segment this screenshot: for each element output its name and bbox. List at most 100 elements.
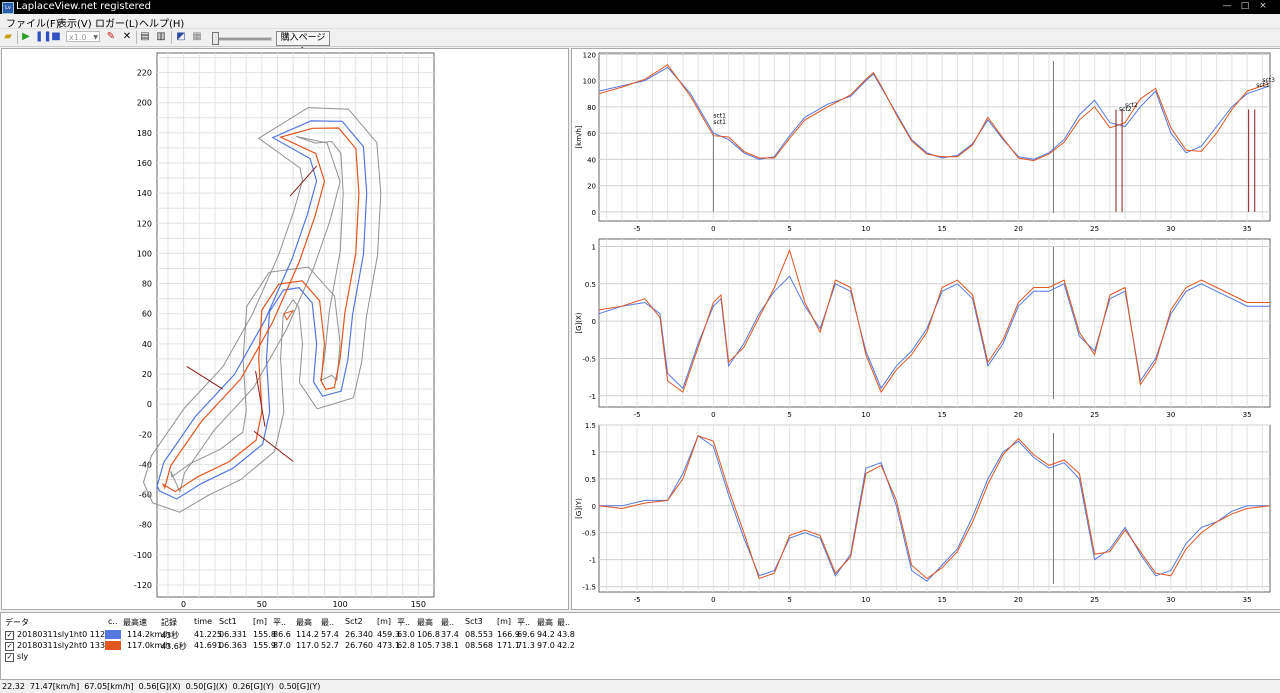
row-name: sly bbox=[17, 652, 29, 661]
stop-icon[interactable]: ■ bbox=[50, 31, 62, 43]
chart-plot-area bbox=[598, 52, 1271, 222]
table-cell: 06.331 bbox=[219, 630, 247, 639]
table-cell: 97.0 bbox=[537, 641, 555, 650]
zoom-value: x1.0 bbox=[69, 33, 87, 42]
track-map-panel[interactable]: 0 50 100 150 220 200 180 160 140 120 100 80 60 40 20 0-… bbox=[1, 48, 569, 610]
print-icon[interactable]: ▦ bbox=[191, 31, 203, 43]
table-cell: 57.4 bbox=[321, 630, 339, 639]
chart-x-tick-label: 20 bbox=[1014, 225, 1023, 233]
map-x-tick-label: 0 bbox=[181, 600, 186, 609]
zoom-select[interactable]: x1.0 ▼ bbox=[66, 31, 100, 42]
chart-y-tick-label: 40 bbox=[587, 156, 596, 164]
map-y-tick-label: 200 bbox=[137, 99, 152, 108]
chart-y-tick-label: 0 bbox=[592, 209, 596, 217]
buy-page-button[interactable]: 購入ページへ bbox=[276, 31, 330, 56]
chart-x-tick-label: 35 bbox=[1243, 596, 1252, 604]
table-header-cell: [m] bbox=[497, 617, 512, 626]
chart-x-tick-label: 15 bbox=[938, 411, 947, 419]
table-header-cell: [m] bbox=[253, 617, 268, 626]
toolbar-separator bbox=[17, 31, 18, 44]
table-cell: 63.0 bbox=[397, 630, 415, 639]
chart-y-tick-label: 1 bbox=[592, 243, 596, 251]
status-gy-1: 0.26[G](Y) bbox=[232, 682, 274, 691]
table-cell: 43.6秒 bbox=[161, 642, 187, 651]
playback-slider-track[interactable] bbox=[212, 37, 272, 41]
pause-icon[interactable]: ❚❚ bbox=[35, 31, 52, 43]
status-distance: 22.32 bbox=[2, 682, 25, 691]
chart-y-tick-label: 120 bbox=[583, 51, 596, 59]
chart-y-axis-label: [G](Y) bbox=[575, 498, 583, 519]
close-button[interactable]: × bbox=[1258, 1, 1268, 11]
status-bar: 22.32 71.47[km/h] 67.05[km/h] 0.56[G](X) 0.5… bbox=[0, 680, 1280, 693]
chart-gy: 1.5 1 0.5 0 -0.5 -1 -1.5 -5 0 5 10 15 20 25 30 35 [G](Y) bbox=[575, 422, 1271, 604]
map-y-tick-label: 40 bbox=[142, 340, 152, 349]
chart-y-tick-label: -0.5 bbox=[582, 355, 596, 363]
row-visible-checkbox[interactable]: ✓ bbox=[5, 653, 14, 662]
table-header-cell: time bbox=[194, 617, 213, 626]
graph-color-icon[interactable]: ✎ bbox=[105, 31, 117, 43]
chart-x-tick-label: 20 bbox=[1014, 411, 1023, 419]
map-y-tick-label: 180 bbox=[137, 129, 152, 138]
track-map[interactable]: 0 50 100 150220200180160140120100806040200-… bbox=[2, 49, 568, 609]
chart-x-tick-label: 10 bbox=[861, 411, 870, 419]
chart-y-axis-label: [km/h] bbox=[575, 125, 583, 148]
table-cell: 114.2 bbox=[296, 630, 319, 639]
chart-x-tick-label: 15 bbox=[938, 596, 947, 604]
chart-x-tick-label: 25 bbox=[1090, 596, 1099, 604]
sector-annotation: sct3 bbox=[1256, 82, 1269, 89]
open-folder-icon[interactable]: ▰ bbox=[2, 31, 14, 43]
chart-speed: 120 100 80 60 40 20 0 -5 0 5 10 15 20 25 30 35 [km/h] sct… bbox=[575, 51, 1275, 233]
close-x-icon[interactable]: ✕ bbox=[121, 31, 133, 43]
chart-x-tick-label: -5 bbox=[634, 225, 641, 233]
table-cell: 62.8 bbox=[397, 641, 415, 650]
menu-help[interactable]: ヘルプ(H) bbox=[139, 15, 184, 30]
chart-x-tick-label: 30 bbox=[1166, 225, 1175, 233]
table-cell: 94.2 bbox=[537, 630, 555, 639]
chart-y-tick-label: 80 bbox=[587, 104, 596, 112]
table-cell: 52.7 bbox=[321, 641, 339, 650]
table-cell: 117.0 bbox=[296, 641, 319, 650]
map-y-tick-label: 120 bbox=[137, 219, 152, 228]
export-all-icon[interactable]: ▥ bbox=[155, 31, 167, 43]
table-cell: 105.7 bbox=[417, 641, 440, 650]
table-cell: 86.6 bbox=[273, 630, 291, 639]
table-cell: 41.691 bbox=[194, 641, 222, 650]
table-header-cell: データ bbox=[5, 618, 29, 627]
chart-y-tick-label: 60 bbox=[587, 130, 596, 138]
table-cell: 26.760 bbox=[345, 641, 373, 650]
table-cell: 38.1 bbox=[441, 641, 459, 650]
table-cell: 71.3 bbox=[517, 641, 535, 650]
row-color-swatch[interactable] bbox=[105, 630, 121, 639]
map-y-tick-label: 140 bbox=[137, 189, 152, 198]
map-y-tick-label: -120 bbox=[134, 581, 152, 590]
export-icon[interactable]: ▤ bbox=[139, 31, 151, 43]
play-icon[interactable]: ▶ bbox=[20, 31, 32, 43]
chart-plot-area bbox=[598, 424, 1271, 593]
app-icon: Lv bbox=[2, 2, 14, 14]
table-header-cell: Sct1 bbox=[219, 617, 237, 626]
charts-panel[interactable]: 120 100 80 60 40 20 0 -5 0 5 10 15 20 25 30 35 [km/h] sct… bbox=[571, 48, 1280, 610]
playback-slider-thumb[interactable] bbox=[212, 32, 219, 45]
minimize-button[interactable]: — bbox=[1222, 1, 1232, 11]
chart-x-tick-label: 0 bbox=[711, 596, 715, 604]
chart-icon[interactable]: ◩ bbox=[175, 31, 187, 43]
table-header-cell: Sct2 bbox=[345, 617, 363, 626]
chart-x-tick-label: 25 bbox=[1090, 225, 1099, 233]
chart-y-tick-label: -1.5 bbox=[582, 584, 596, 592]
maximize-button[interactable]: □ bbox=[1240, 1, 1250, 11]
menu-view[interactable]: 表示(V) bbox=[57, 15, 92, 30]
menu-logger[interactable]: ロガー(L) bbox=[95, 15, 138, 30]
row-visible-checkbox[interactable]: ✓ bbox=[5, 631, 14, 640]
map-y-tick-label: 0 bbox=[147, 400, 152, 409]
table-header-cell: 最高 bbox=[417, 618, 433, 627]
row-color-swatch[interactable] bbox=[105, 641, 121, 650]
menu-file[interactable]: ファイル(F) bbox=[6, 15, 60, 30]
chart-y-tick-label: 0.5 bbox=[585, 281, 596, 289]
table-header-cell: [m] bbox=[377, 617, 392, 626]
status-gy-2: 0.50[G](Y) bbox=[278, 682, 321, 691]
table-cell: 41.225 bbox=[194, 630, 222, 639]
telemetry-charts[interactable]: 120100806040200-5 0 5 10 15 20 25 30 35[km/h]sct… bbox=[572, 49, 1280, 609]
chart-y-tick-label: 100 bbox=[583, 78, 596, 86]
row-visible-checkbox[interactable]: ✓ bbox=[5, 642, 14, 651]
table-cell: 43秒 bbox=[161, 631, 180, 640]
